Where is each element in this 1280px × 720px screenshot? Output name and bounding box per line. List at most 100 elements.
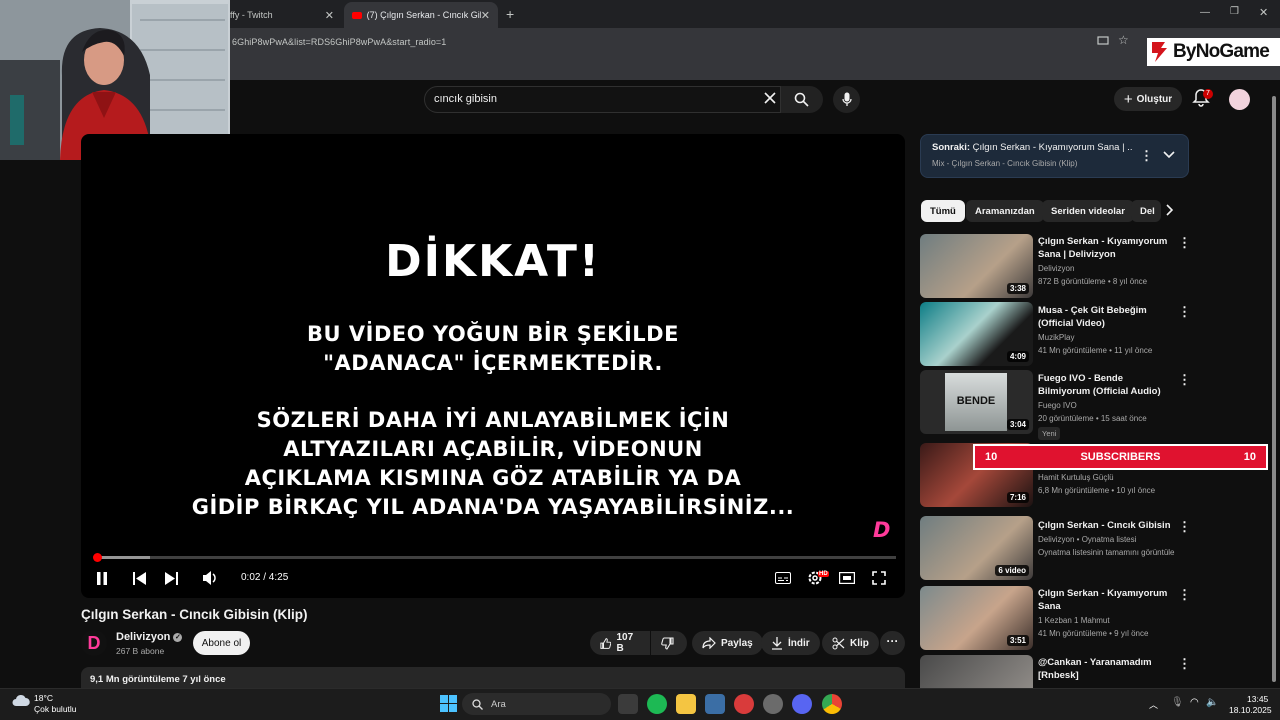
- maximize-icon[interactable]: ❐: [1230, 6, 1239, 17]
- next-icon[interactable]: [165, 572, 178, 585]
- related-video-title[interactable]: Fuego IVO - Bende Bilmiyorum (Official A…: [1038, 372, 1173, 398]
- chip-series[interactable]: Seriden videolar: [1042, 200, 1134, 222]
- item-menu-icon[interactable]: ⋮: [1178, 372, 1191, 388]
- related-video-title[interactable]: Çılgın Serkan - Kıyamıyorum Sana | Deliv…: [1038, 235, 1173, 261]
- network-app-icon[interactable]: [705, 694, 725, 714]
- clear-search-icon[interactable]: [763, 91, 777, 105]
- share-button[interactable]: Paylaş: [692, 631, 763, 655]
- scissors-icon: [832, 637, 845, 649]
- wifi-icon[interactable]: ◠: [1190, 697, 1199, 708]
- video-thumbnail[interactable]: 3:38: [920, 234, 1033, 298]
- discord-icon[interactable]: [792, 694, 812, 714]
- voice-search-button[interactable]: [833, 86, 860, 113]
- microphone-icon[interactable]: 🎙: [1171, 697, 1184, 708]
- file-explorer-icon[interactable]: [676, 694, 696, 714]
- related-channel[interactable]: MuzikPlay: [1038, 332, 1074, 344]
- install-app-icon[interactable]: [1097, 35, 1109, 47]
- related-meta: 41 Mn görüntüleme • 9 yıl önce: [1038, 629, 1149, 638]
- create-button[interactable]: + Oluştur: [1114, 87, 1182, 111]
- pause-icon[interactable]: [96, 572, 108, 585]
- app-icon[interactable]: [734, 694, 754, 714]
- dislike-button[interactable]: [651, 631, 687, 655]
- channel-name[interactable]: Delivizyon ✓: [116, 631, 183, 643]
- time-display: 0:02 / 4:25: [241, 572, 289, 583]
- thumbnail-text: BENDE: [945, 373, 1007, 431]
- video-thumbnail[interactable]: [920, 655, 1033, 688]
- channel-avatar[interactable]: D: [81, 630, 107, 656]
- subscribe-button[interactable]: Abone ol: [193, 631, 250, 655]
- more-actions-icon[interactable]: ···: [880, 631, 905, 655]
- taskbar-search[interactable]: Ara: [462, 693, 611, 715]
- playlist-thumbnail[interactable]: 6 video: [920, 516, 1033, 580]
- warning-line: "ADANACA" İÇERMEKTEDİR.: [323, 351, 663, 375]
- clip-button[interactable]: Klip: [822, 631, 879, 655]
- clock-time[interactable]: 13:45: [1247, 694, 1268, 704]
- minimize-icon[interactable]: —: [1200, 7, 1210, 18]
- new-tab-icon[interactable]: +: [506, 6, 514, 22]
- download-button[interactable]: İndir: [761, 631, 820, 655]
- account-avatar[interactable]: [1229, 89, 1250, 110]
- clock-date[interactable]: 18.10.2025: [1229, 705, 1272, 715]
- create-label: Oluştur: [1136, 93, 1173, 105]
- steam-icon[interactable]: [763, 694, 783, 714]
- related-channel[interactable]: Fuego IVO: [1038, 400, 1077, 412]
- item-menu-icon[interactable]: ⋮: [1178, 519, 1191, 535]
- duration-badge: 7:16: [1006, 492, 1029, 503]
- duration-badge: 3:51: [1006, 635, 1029, 646]
- close-tab-icon[interactable]: ✕: [481, 9, 490, 22]
- chip-all[interactable]: Tümü: [921, 200, 965, 222]
- chrome-icon[interactable]: [822, 694, 842, 714]
- task-view-icon[interactable]: [618, 694, 638, 714]
- related-meta: 6,8 Mn görüntüleme • 10 yıl önce: [1038, 486, 1156, 495]
- video-thumbnail[interactable]: 4:09: [920, 302, 1033, 366]
- chevron-down-icon[interactable]: [1163, 151, 1175, 159]
- tab-twitch[interactable]: ffy - Twitch ✕: [222, 2, 342, 28]
- download-label: İndir: [788, 637, 810, 649]
- search-button[interactable]: [781, 86, 823, 113]
- up-next-menu-icon[interactable]: ⋮: [1140, 148, 1153, 164]
- view-playlist-link[interactable]: Oynatma listesinin tamamını görüntüle: [1038, 547, 1175, 559]
- goal-current: 10: [985, 451, 998, 463]
- related-video-title[interactable]: Musa - Çek Git Bebeğim (Official Video): [1038, 304, 1173, 330]
- like-button[interactable]: 107 B: [590, 631, 650, 655]
- related-video-title[interactable]: Çılgın Serkan - Cıncık Gibisin: [1038, 519, 1173, 532]
- volume-icon[interactable]: [203, 571, 218, 585]
- previous-icon[interactable]: [133, 572, 146, 585]
- subtitles-icon[interactable]: [775, 572, 791, 584]
- video-thumbnail[interactable]: 3:51: [920, 586, 1033, 650]
- subscriber-count: 267 B abone: [116, 646, 165, 656]
- close-window-icon[interactable]: ✕: [1259, 6, 1268, 19]
- search-icon: [472, 698, 483, 710]
- logo-text: ByNoGame: [1173, 41, 1270, 62]
- speaker-icon[interactable]: 🔈: [1206, 697, 1218, 708]
- related-channel[interactable]: Delivizyon • Oynatma listesi: [1038, 534, 1136, 546]
- item-menu-icon[interactable]: ⋮: [1178, 235, 1191, 251]
- item-menu-icon[interactable]: ⋮: [1178, 587, 1191, 603]
- chevron-right-icon[interactable]: [1166, 204, 1174, 216]
- spotify-icon[interactable]: [647, 694, 667, 714]
- item-menu-icon[interactable]: ⋮: [1178, 304, 1191, 320]
- video-thumbnail[interactable]: BENDE 3:04: [920, 370, 1033, 434]
- theater-mode-icon[interactable]: [839, 572, 855, 584]
- chevron-up-icon[interactable]: ︿: [1149, 698, 1158, 711]
- goal-target: 10: [1243, 451, 1256, 463]
- related-video-title[interactable]: @Cankan - Yaranamadım [Rnbesk]: [1038, 656, 1173, 682]
- progress-bar[interactable]: [94, 556, 896, 559]
- related-channel[interactable]: 1 Kezban 1 Mahmut: [1038, 615, 1110, 627]
- item-menu-icon[interactable]: ⋮: [1178, 656, 1191, 672]
- bookmark-star-icon[interactable]: ☆: [1118, 33, 1129, 47]
- related-channel[interactable]: Delivizyon: [1038, 263, 1074, 275]
- tab-youtube[interactable]: (7) Çılgın Serkan - Cıncık Gibisin ✕: [344, 2, 498, 28]
- scrubber-handle[interactable]: [93, 553, 102, 562]
- close-tab-icon[interactable]: ✕: [325, 9, 334, 22]
- url-field[interactable]: 6GhiP8wPwA&list=RDS6GhiP8wPwA&start_radi…: [232, 37, 446, 47]
- cloud-weather-icon[interactable]: [12, 693, 30, 707]
- windows-start-icon[interactable]: [440, 695, 457, 712]
- related-video-title[interactable]: Çılgın Serkan - Kıyamıyorum Sana: [1038, 587, 1173, 613]
- related-channel[interactable]: Hamit Kurtuluş Güçlü: [1038, 472, 1114, 484]
- chip-from-search[interactable]: Aramanızdan: [966, 200, 1044, 222]
- scrollbar-thumb[interactable]: [1272, 96, 1276, 682]
- fullscreen-icon[interactable]: [872, 571, 886, 585]
- search-icon: [794, 92, 809, 107]
- chip-more[interactable]: Del: [1131, 200, 1161, 222]
